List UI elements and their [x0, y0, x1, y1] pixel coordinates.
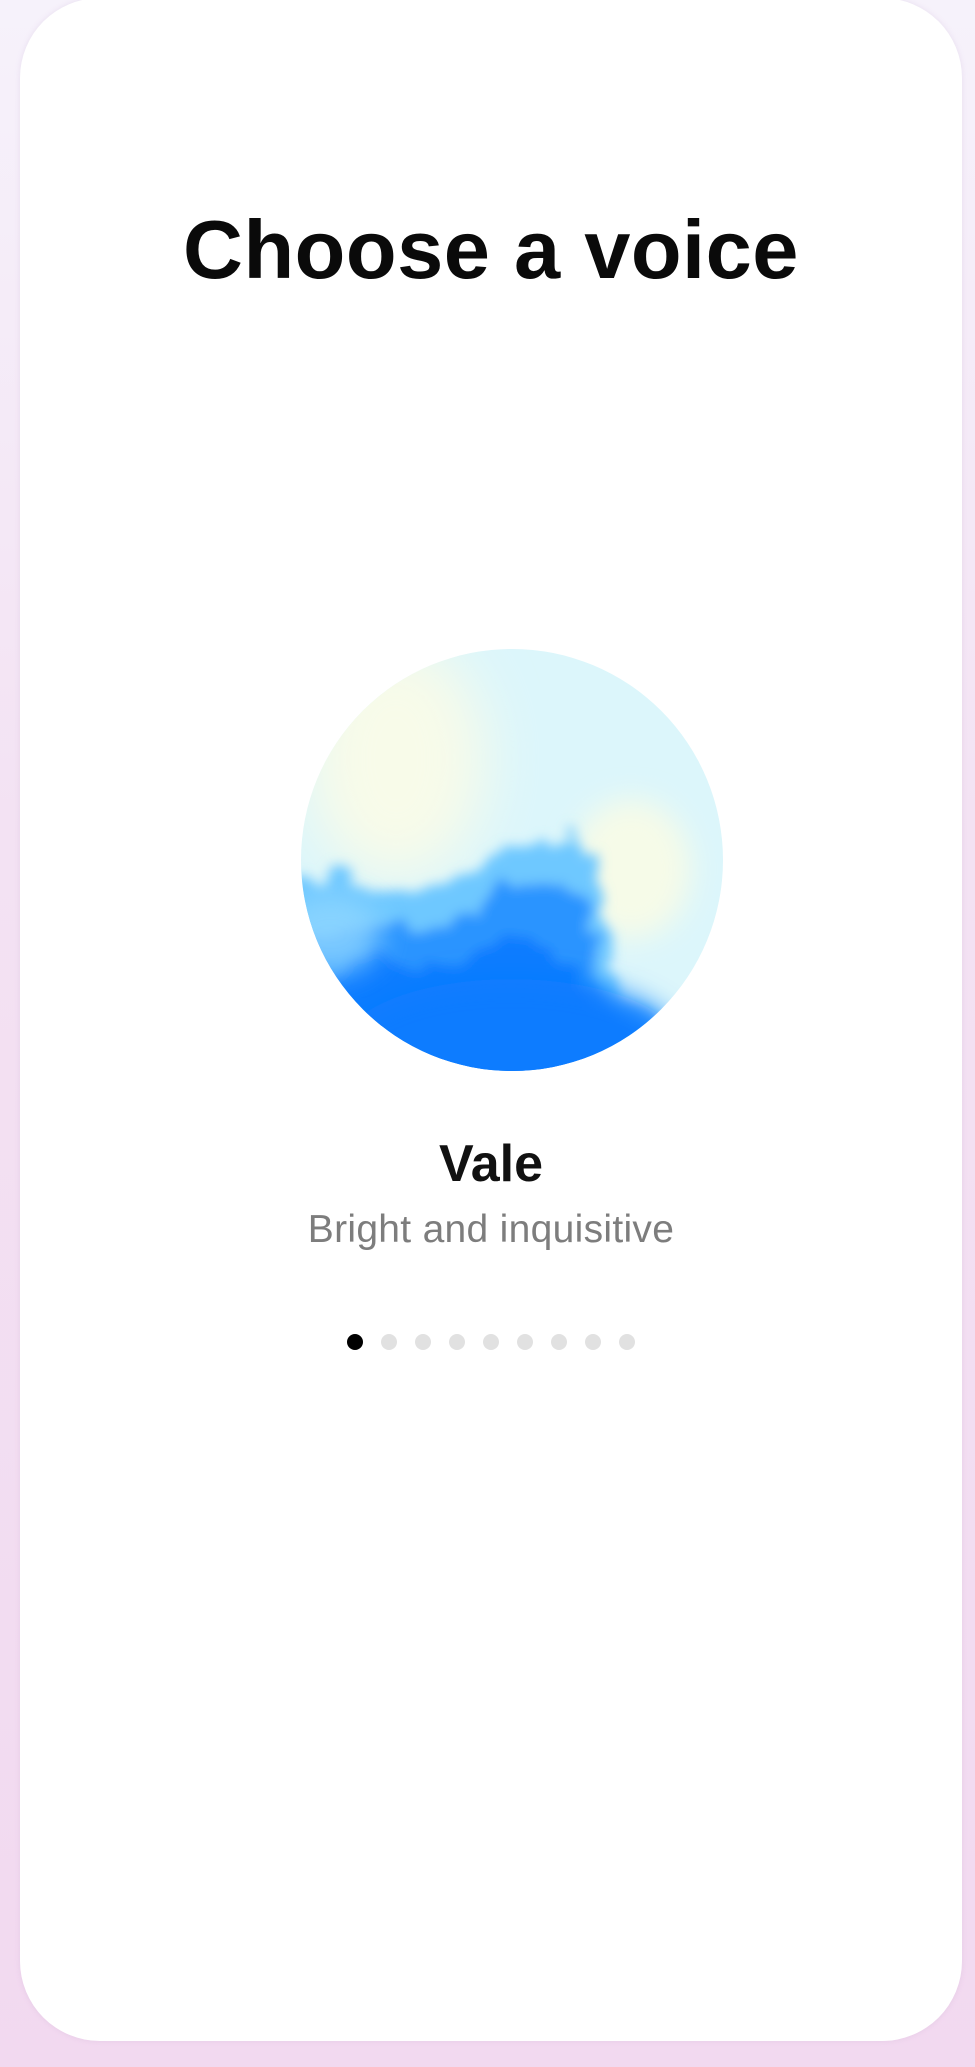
voice-orb[interactable]: [301, 649, 723, 1071]
page-title: Choose a voice: [183, 203, 799, 296]
pager-dot[interactable]: [619, 1334, 635, 1350]
voice-name: Vale: [438, 1135, 544, 1193]
voice-orb-graphic: [301, 649, 723, 1071]
pager-dot[interactable]: [381, 1334, 397, 1350]
voice-picker-sheet: Choose a voice Vale Bright and inquisiti…: [20, 0, 962, 2041]
pager-dot[interactable]: [551, 1334, 567, 1350]
pager-dot[interactable]: [585, 1334, 601, 1350]
pager-dot[interactable]: [483, 1334, 499, 1350]
pager-dot[interactable]: [517, 1334, 533, 1350]
pager-dot[interactable]: [415, 1334, 431, 1350]
voice-description: Bright and inquisitive: [307, 1208, 675, 1251]
pager-dot[interactable]: [449, 1334, 465, 1350]
pager-dot-active[interactable]: [347, 1334, 363, 1350]
voice-pager: [20, 1334, 962, 1350]
